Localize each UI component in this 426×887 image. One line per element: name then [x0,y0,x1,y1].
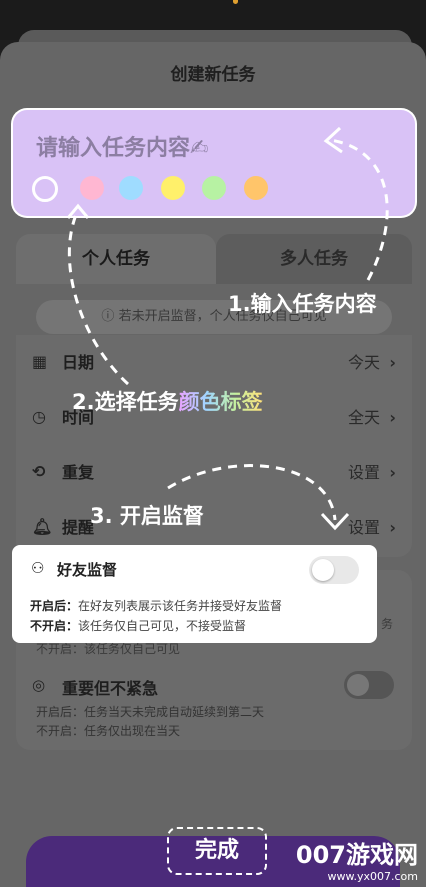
row-repeat-label: 重复 [62,463,95,482]
chevron-right-icon: › [389,518,396,537]
tab-multi[interactable]: 多人任务 [216,234,412,284]
row-date[interactable]: ▦ 日期 今天 › [32,343,396,383]
row-repeat-value: 设置 [347,463,380,482]
urgent-off-desc: 不开启：任务仅出现在当天 [36,724,181,738]
color-swatch-green[interactable] [202,176,226,200]
status-dot [233,0,238,4]
caption-step3: 3. 开启监督 [90,504,204,528]
friend-supervise-card: ⚇ 好友监督 开启后：在好友列表展示该任务并接受好友监督 不开启：该任务仅自己可… [12,545,377,643]
friend-supervise-toggle[interactable] [309,556,359,584]
friend-supervise-title: 好友监督 [57,561,118,579]
row-repeat[interactable]: ⟲ 重复 设置 › [32,453,396,493]
watermark: 007游戏网 www.yx007.com [296,835,418,883]
caption-step2-prefix: 2.选择任务 [72,390,179,414]
clock-icon: ◷ [32,407,46,426]
check-circle-icon: ◎ [32,676,46,694]
ghost-text-side: 务 [381,617,394,631]
watermark-title: 007游戏网 [295,841,418,869]
row-date-value: 今天 [347,353,380,372]
color-swatch-yellow[interactable] [161,176,185,200]
friend-off-desc: 不开启：该任务仅自己可见，不接受监督 [30,617,246,634]
chevron-right-icon: › [389,408,396,427]
friend-on-desc: 开启后：在好友列表展示该任务并接受好友监督 [30,597,282,614]
chevron-right-icon: › [389,353,396,372]
friend-on-prefix: 开启后： [30,599,79,613]
row-date-label: 日期 [62,353,95,372]
color-swatch-selected[interactable] [32,176,58,202]
watermark-url: www.yx007.com [327,870,418,883]
task-input-box[interactable] [13,110,415,216]
friend-off-prefix: 不开启： [30,619,79,633]
caption-step2-highlight: 颜色标签 [178,390,263,414]
friends-icon: ⚇ [31,559,45,577]
repeat-icon: ⟲ [32,462,46,481]
urgent-on-desc: 开启后：任务当天未完成自动延续到第二天 [36,705,265,719]
friend-off-text: 该任务仅自己可见，不接受监督 [78,619,247,633]
row-time-value: 全天 [347,408,380,427]
sheet-title: 创建新任务 [170,65,256,85]
color-swatch-orange[interactable] [244,176,268,200]
task-type-tabs: 个人任务 多人任务 [16,234,412,284]
bell-icon: 🔔︎ [32,517,53,536]
task-input-placeholder: 请输入任务内容✍ [36,136,209,161]
color-swatch-pink[interactable] [80,176,104,200]
calendar-icon: ▦ [32,352,48,371]
friend-on-text: 在好友列表展示该任务并接受好友监督 [78,599,283,613]
row-reminder-value: 设置 [347,518,380,537]
row-reminder[interactable]: 🔔︎ 提醒 设置 › [32,508,396,548]
chevron-right-icon: › [389,463,396,482]
done-button-label[interactable]: 完成 [167,827,267,875]
urgent-toggle[interactable] [344,671,394,699]
color-swatch-blue[interactable] [119,176,143,200]
urgent-title: 重要但不紧急 [62,679,159,698]
caption-step2: 2.选择任务颜色标签 [72,386,263,416]
tab-personal[interactable]: 个人任务 [16,234,216,284]
caption-step1: 1.输入任务内容 [228,292,377,316]
